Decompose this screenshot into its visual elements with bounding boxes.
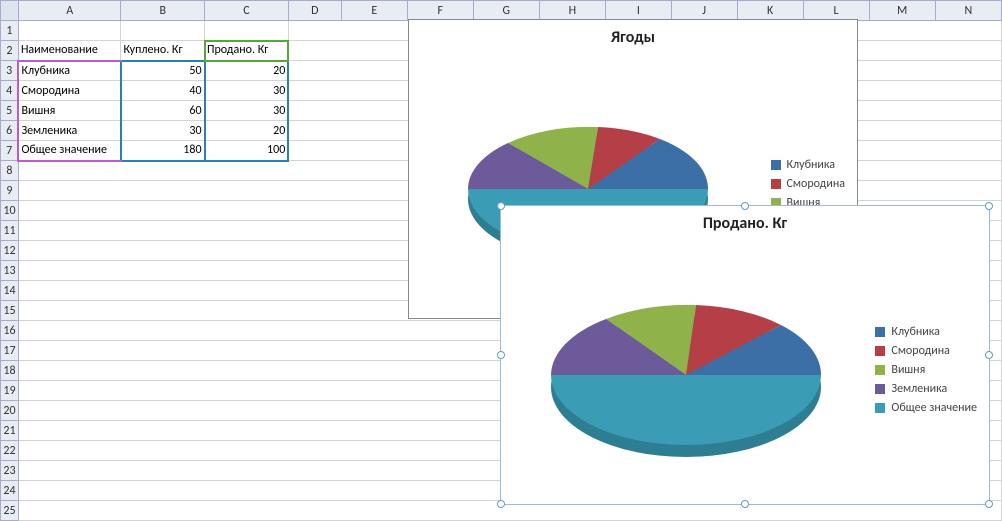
resize-handle[interactable]	[985, 202, 993, 210]
cell-A1[interactable]	[18, 21, 121, 41]
col-header-E[interactable]: E	[341, 1, 407, 21]
cell-B7[interactable]: 180	[121, 141, 205, 161]
cell-A4[interactable]: Смородина	[18, 81, 121, 101]
row-header-21[interactable]: 21	[1, 421, 19, 441]
row-header-18[interactable]: 18	[1, 361, 19, 381]
col-header-G[interactable]: G	[473, 1, 539, 21]
col-header-A[interactable]: A	[18, 1, 121, 21]
cell-B6[interactable]: 30	[121, 121, 205, 141]
cell-C4[interactable]: 30	[205, 81, 289, 101]
col-header-M[interactable]: M	[869, 1, 935, 21]
legend-swatch	[875, 346, 885, 356]
cell-B2[interactable]: Куплено. Кг	[121, 41, 205, 61]
chart-legend-2: Клубника Смородина Вишня Земленика Общее…	[871, 316, 989, 424]
legend-label: Вишня	[891, 363, 925, 377]
row-header-20[interactable]: 20	[1, 401, 19, 421]
row-header-15[interactable]: 15	[1, 301, 19, 321]
chart-title: Ягоды	[409, 20, 857, 55]
chart-title: Продано. Кг	[501, 206, 989, 241]
legend-label: Общее значение	[891, 401, 977, 415]
legend-swatch	[875, 327, 885, 337]
row-header-22[interactable]: 22	[1, 441, 19, 461]
row-header-11[interactable]: 11	[1, 221, 19, 241]
cell-B5[interactable]: 60	[121, 101, 205, 121]
cell-C7[interactable]: 100	[205, 141, 289, 161]
legend-swatch	[875, 384, 885, 394]
col-header-F[interactable]: F	[407, 1, 473, 21]
legend-swatch	[771, 179, 781, 189]
col-header-H[interactable]: H	[539, 1, 605, 21]
pie-chart-2	[501, 250, 871, 490]
cell-C2[interactable]: Продано. Кг	[205, 41, 289, 61]
cell-A2[interactable]: Наименование	[18, 41, 121, 61]
row-header-12[interactable]: 12	[1, 241, 19, 261]
col-header-B[interactable]: B	[121, 1, 205, 21]
cell-A5[interactable]: Вишня	[18, 101, 121, 121]
cell-C5[interactable]: 30	[205, 101, 289, 121]
cell-B4[interactable]: 40	[121, 81, 205, 101]
row-header-23[interactable]: 23	[1, 461, 19, 481]
select-all-corner[interactable]	[1, 1, 19, 21]
legend-swatch	[771, 160, 781, 170]
row-header-9[interactable]: 9	[1, 181, 19, 201]
resize-handle[interactable]	[741, 500, 749, 508]
resize-handle[interactable]	[741, 202, 749, 210]
col-header-D[interactable]: D	[288, 1, 341, 21]
row-header-3[interactable]: 3	[1, 61, 19, 81]
legend-label: Клубника	[787, 158, 836, 172]
resize-handle[interactable]	[985, 500, 993, 508]
legend-swatch	[875, 365, 885, 375]
row-header-4[interactable]: 4	[1, 81, 19, 101]
row-header-8[interactable]: 8	[1, 161, 19, 181]
col-header-J[interactable]: J	[671, 1, 737, 21]
cell-C3[interactable]: 20	[205, 61, 289, 81]
cell-C6[interactable]: 20	[205, 121, 289, 141]
col-header-K[interactable]: K	[737, 1, 803, 21]
col-header-C[interactable]: C	[205, 1, 289, 21]
resize-handle[interactable]	[985, 351, 993, 359]
chart-berries-sold[interactable]: Продано. Кг Клубника	[500, 205, 990, 505]
cell-B1[interactable]	[121, 21, 205, 41]
cell-C1[interactable]	[205, 21, 289, 41]
legend-label: Смородина	[891, 344, 950, 358]
row-header-2[interactable]: 2	[1, 41, 19, 61]
row-header-24[interactable]: 24	[1, 481, 19, 501]
resize-handle[interactable]	[497, 202, 505, 210]
row-header-13[interactable]: 13	[1, 261, 19, 281]
legend-label: Клубника	[891, 325, 940, 339]
cell-B3[interactable]: 50	[121, 61, 205, 81]
col-header-L[interactable]: L	[803, 1, 869, 21]
legend-label: Земленика	[891, 382, 947, 396]
legend-label: Смородина	[787, 177, 846, 191]
row-header-1[interactable]: 1	[1, 21, 19, 41]
cell-A3[interactable]: Клубника	[18, 61, 121, 81]
cell-A6[interactable]: Земленика	[18, 121, 121, 141]
row-header-16[interactable]: 16	[1, 321, 19, 341]
row-header-14[interactable]: 14	[1, 281, 19, 301]
row-header-6[interactable]: 6	[1, 121, 19, 141]
row-header-5[interactable]: 5	[1, 101, 19, 121]
col-header-I[interactable]: I	[605, 1, 671, 21]
legend-swatch	[875, 403, 885, 413]
row-header-17[interactable]: 17	[1, 341, 19, 361]
row-header-7[interactable]: 7	[1, 141, 19, 161]
cell-A7[interactable]: Общее значение	[18, 141, 121, 161]
row-header-19[interactable]: 19	[1, 381, 19, 401]
col-header-N[interactable]: N	[935, 1, 1001, 21]
resize-handle[interactable]	[497, 500, 505, 508]
row-header-10[interactable]: 10	[1, 201, 19, 221]
